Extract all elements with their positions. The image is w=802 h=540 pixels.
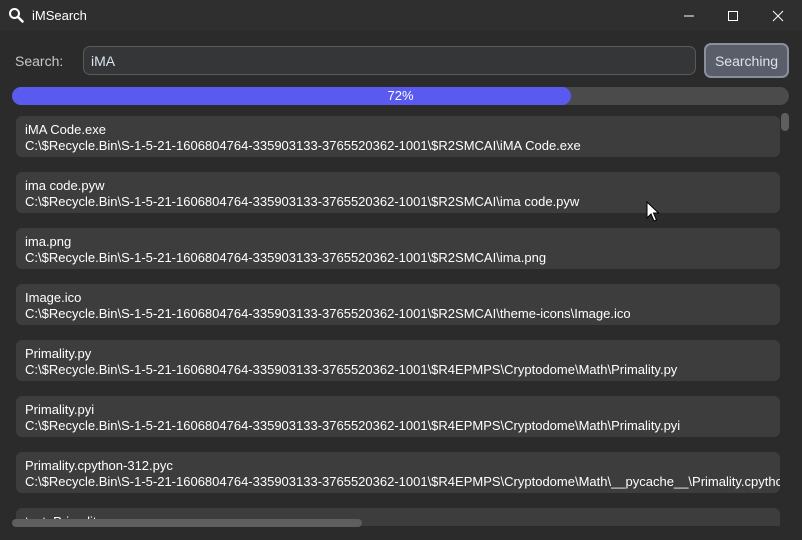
result-name: Primality.cpython-312.pyc (25, 458, 173, 473)
title-bar: iMSearch (0, 0, 802, 31)
mouse-cursor-icon (646, 201, 660, 222)
result-item[interactable]: ima.png C:\$Recycle.Bin\S-1-5-21-16068047… (16, 228, 780, 269)
results-list[interactable]: iMA Code.exe C:\$Recycle.Bin\S-1-5-21-160… (16, 116, 780, 526)
search-label: Search: (15, 53, 64, 69)
magnifier-icon (9, 8, 24, 23)
result-name: ima code.pyw (25, 178, 105, 193)
vertical-scrollbar[interactable] (781, 113, 789, 131)
window-title: iMSearch (32, 8, 87, 23)
close-button[interactable] (755, 0, 801, 31)
result-name: Primality.pyi (25, 402, 95, 417)
minimize-icon (684, 15, 694, 16)
search-input[interactable] (83, 46, 696, 75)
result-item[interactable]: Image.ico C:\$Recycle.Bin\S-1-5-21-160680… (16, 284, 780, 325)
result-path: C:\$Recycle.Bin\S-1-5-21-1606804764-3359… (25, 194, 580, 209)
result-path: C:\$Recycle.Bin\S-1-5-21-1606804764-3359… (25, 306, 631, 321)
result-name: Image.ico (25, 290, 82, 305)
result-path: C:\$Recycle.Bin\S-1-5-21-1606804764-3359… (25, 138, 581, 153)
maximize-button[interactable] (710, 0, 756, 31)
result-item[interactable]: Primality.py C:\$Recycle.Bin\S-1-5-21-160… (16, 340, 780, 381)
minimize-button[interactable] (666, 0, 712, 31)
horizontal-scrollbar[interactable] (12, 519, 362, 527)
result-item[interactable]: Primality.cpython-312.pyc C:\$Recycle.Bin… (16, 452, 780, 493)
result-item[interactable]: iMA Code.exe C:\$Recycle.Bin\S-1-5-21-160… (16, 116, 780, 157)
result-path: C:\$Recycle.Bin\S-1-5-21-1606804764-3359… (25, 250, 547, 265)
result-item[interactable]: Primality.pyi C:\$Recycle.Bin\S-1-5-21-16… (16, 396, 780, 437)
result-name: ima.png (25, 234, 72, 249)
maximize-icon (728, 10, 738, 21)
result-path: C:\$Recycle.Bin\S-1-5-21-1606804764-3359… (25, 418, 681, 433)
result-path: C:\$Recycle.Bin\S-1-5-21-1606804764-3359… (25, 474, 780, 489)
result-name: Primality.py (25, 346, 92, 361)
progress-text: 72% (387, 88, 414, 103)
close-icon (772, 10, 784, 21)
result-path: C:\$Recycle.Bin\S-1-5-21-1606804764-3359… (25, 362, 678, 377)
result-item[interactable]: ima code.pyw C:\$Recycle.Bin\S-1-5-21-160… (16, 172, 780, 213)
search-button[interactable]: Searching (704, 43, 789, 78)
result-name: iMA Code.exe (25, 122, 106, 137)
progress-bar: 72% (12, 87, 789, 105)
